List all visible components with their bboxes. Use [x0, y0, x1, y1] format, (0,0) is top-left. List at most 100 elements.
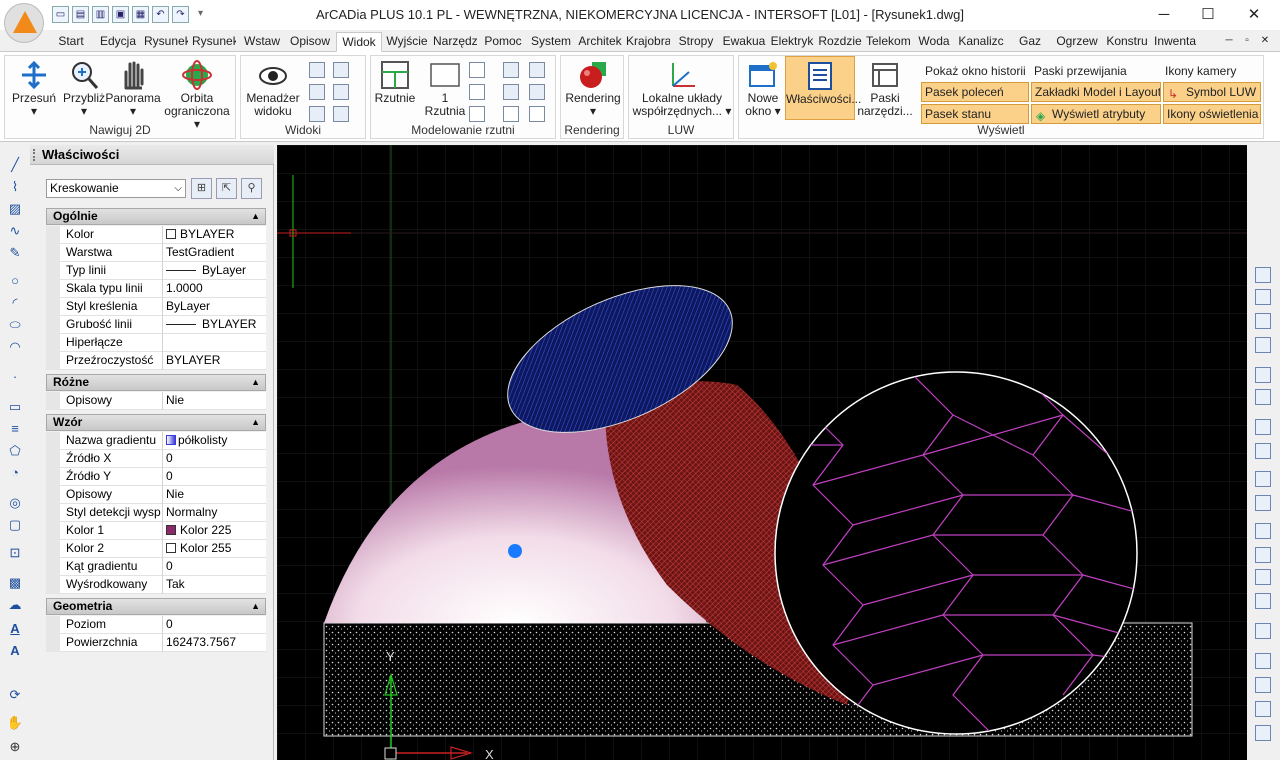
erase-icon[interactable]: [1255, 725, 1271, 741]
rendering-button[interactable]: Rendering ▾: [563, 60, 623, 118]
property-row[interactable]: Kąt gradientu 0: [46, 558, 266, 576]
property-row[interactable]: Kolor 2 Kolor 255: [46, 540, 266, 558]
wyswietl-atrybuty-toggle[interactable]: ◈ Wyświetl atrybuty: [1031, 104, 1161, 124]
view-iso-icon[interactable]: [333, 106, 349, 122]
property-row[interactable]: Styl detekcji wysp Normalny: [46, 504, 266, 522]
filter-icon[interactable]: ⚲: [241, 178, 262, 199]
move-icon[interactable]: [1255, 471, 1271, 487]
polygon-icon[interactable]: ⬠: [6, 443, 24, 459]
pasek-polecen-toggle[interactable]: Pasek poleceń: [921, 82, 1029, 102]
view-front-icon[interactable]: [309, 106, 325, 122]
viewport-clip-icon[interactable]: [529, 62, 545, 78]
object-type-select[interactable]: Kreskowanie ⌵: [46, 179, 186, 198]
tab-konstru[interactable]: Konstru: [1104, 32, 1150, 52]
mirror-icon[interactable]: [1255, 419, 1271, 435]
patterned-circle[interactable]: [774, 371, 1138, 735]
spline-icon[interactable]: ∿: [6, 223, 24, 239]
tab-krajobra[interactable]: Krajobra: [626, 32, 670, 52]
trim-icon[interactable]: [1255, 547, 1271, 563]
hatch-icon[interactable]: ▩: [6, 575, 24, 591]
property-row[interactable]: Opisowy Nie: [46, 486, 266, 504]
tab-widok[interactable]: Widok: [336, 32, 382, 52]
scale-icon[interactable]: [1255, 495, 1271, 511]
property-row[interactable]: Skala typu linii 1.0000: [46, 280, 266, 298]
maximize-button[interactable]: ☐: [1190, 3, 1226, 27]
przesun-button[interactable]: Przesuń ▾: [9, 60, 59, 118]
line-icon[interactable]: ╱: [6, 157, 24, 173]
property-row[interactable]: Źródło Y0: [46, 468, 266, 486]
orbita-button[interactable]: Orbita ograniczona ▾: [161, 60, 233, 131]
section-geometria[interactable]: Geometria ▲: [46, 598, 266, 615]
tab-wyjscie[interactable]: Wyjście: [385, 32, 429, 52]
viewport-3-icon[interactable]: [469, 84, 485, 100]
ellipse-icon[interactable]: ⬭: [6, 317, 24, 333]
ribbon-minimize-icon[interactable]: ─: [1222, 32, 1236, 52]
rectangle-icon[interactable]: ▭: [6, 399, 24, 415]
pencil-icon[interactable]: ✎: [6, 245, 24, 261]
tab-rozdzie[interactable]: Rozdzie: [818, 32, 862, 52]
viewport-join-icon[interactable]: [503, 62, 519, 78]
tab-ewakua[interactable]: Ewakua: [722, 32, 766, 52]
tab-elektryk[interactable]: Elektryk: [770, 32, 814, 52]
tab-edycja[interactable]: Edycja: [96, 32, 140, 52]
break-icon[interactable]: [1255, 593, 1271, 609]
quick-select-icon[interactable]: ⊞: [191, 178, 212, 199]
view-bottom-icon[interactable]: [333, 62, 349, 78]
join-icon[interactable]: [1255, 623, 1271, 639]
select-objects-icon[interactable]: ⇱: [216, 178, 237, 199]
pan-hand-icon[interactable]: ✋: [6, 715, 24, 731]
text-icon[interactable]: A: [6, 621, 24, 637]
tab-opisow[interactable]: Opisow: [288, 32, 332, 52]
target-icon[interactable]: ◎: [6, 495, 24, 511]
explode-icon[interactable]: [1255, 701, 1271, 717]
close-button[interactable]: ✕: [1236, 3, 1272, 27]
tab-stropy[interactable]: Stropy: [674, 32, 718, 52]
view-left-icon[interactable]: [309, 84, 325, 100]
property-row[interactable]: Grubość linii BYLAYER: [46, 316, 266, 334]
viewport-2v-icon[interactable]: [469, 62, 485, 78]
tab-architek[interactable]: Architek: [577, 32, 623, 52]
section-ogolnie[interactable]: Ogólnie ▲: [46, 208, 266, 225]
drawing-area[interactable]: Y X: [277, 145, 1247, 760]
symbol-luw-toggle[interactable]: ↳ Symbol LUW: [1163, 82, 1261, 102]
jedna-rzutnia-button[interactable]: 1 Rzutnia: [423, 60, 467, 118]
ikony-oswietlenia-toggle[interactable]: Ikony oświetlenia: [1163, 104, 1261, 124]
array-icon[interactable]: [1255, 337, 1271, 353]
view-top-icon[interactable]: [309, 62, 325, 78]
viewport-lock-icon[interactable]: [503, 84, 519, 100]
circle-icon[interactable]: ○: [6, 273, 24, 289]
hatch-lines-icon[interactable]: ≡: [6, 421, 24, 437]
tab-start[interactable]: Start: [52, 32, 90, 52]
panorama-button[interactable]: Panorama ▾: [105, 60, 161, 118]
property-row[interactable]: Warstwa TestGradient: [46, 244, 266, 262]
property-row[interactable]: Poziom 0: [46, 616, 266, 634]
ribbon-close-icon[interactable]: ✕: [1258, 32, 1272, 52]
tab-ogrzew[interactable]: Ogrzew: [1054, 32, 1100, 52]
boundary-icon[interactable]: ⊡: [6, 545, 24, 561]
section-rozne[interactable]: Różne ▲: [46, 374, 266, 391]
mirror-copy-icon[interactable]: [1255, 443, 1271, 459]
drawing-canvas[interactable]: Y X: [277, 145, 1247, 760]
tab-woda[interactable]: Woda: [914, 32, 954, 52]
tab-pomoc[interactable]: Pomoc: [481, 32, 525, 52]
viewport-poly-icon[interactable]: [503, 106, 519, 122]
tab-wstaw[interactable]: Wstaw: [240, 32, 284, 52]
property-row[interactable]: Hiperłącze: [46, 334, 266, 352]
tab-gaz[interactable]: Gaz: [1010, 32, 1050, 52]
rotate-icon[interactable]: [1255, 367, 1271, 383]
ribbon-restore-icon[interactable]: ▫: [1240, 32, 1254, 52]
donut-icon[interactable]: ◔: [6, 465, 24, 481]
tab-rysunek-2[interactable]: Rysunek: [192, 32, 236, 52]
menedzer-widoku-button[interactable]: Menadżer widoku: [243, 60, 303, 118]
stretch-icon[interactable]: [1255, 523, 1271, 539]
property-row[interactable]: Kolor BYLAYER: [46, 226, 266, 244]
property-row[interactable]: Wyśrodkowany Tak: [46, 576, 266, 594]
paski-narzedzi-button[interactable]: Paski narzędzi...: [857, 60, 913, 118]
chamfer-icon[interactable]: [1255, 653, 1271, 669]
property-row[interactable]: Typ linii ByLayer: [46, 262, 266, 280]
gradient-grip-marker[interactable]: [508, 544, 522, 558]
property-row[interactable]: Kolor 1 Kolor 225: [46, 522, 266, 540]
tab-rysunek-1[interactable]: Rysunek: [144, 32, 188, 52]
viewport-4-icon[interactable]: [469, 106, 485, 122]
properties-copy-icon[interactable]: [1255, 289, 1271, 305]
